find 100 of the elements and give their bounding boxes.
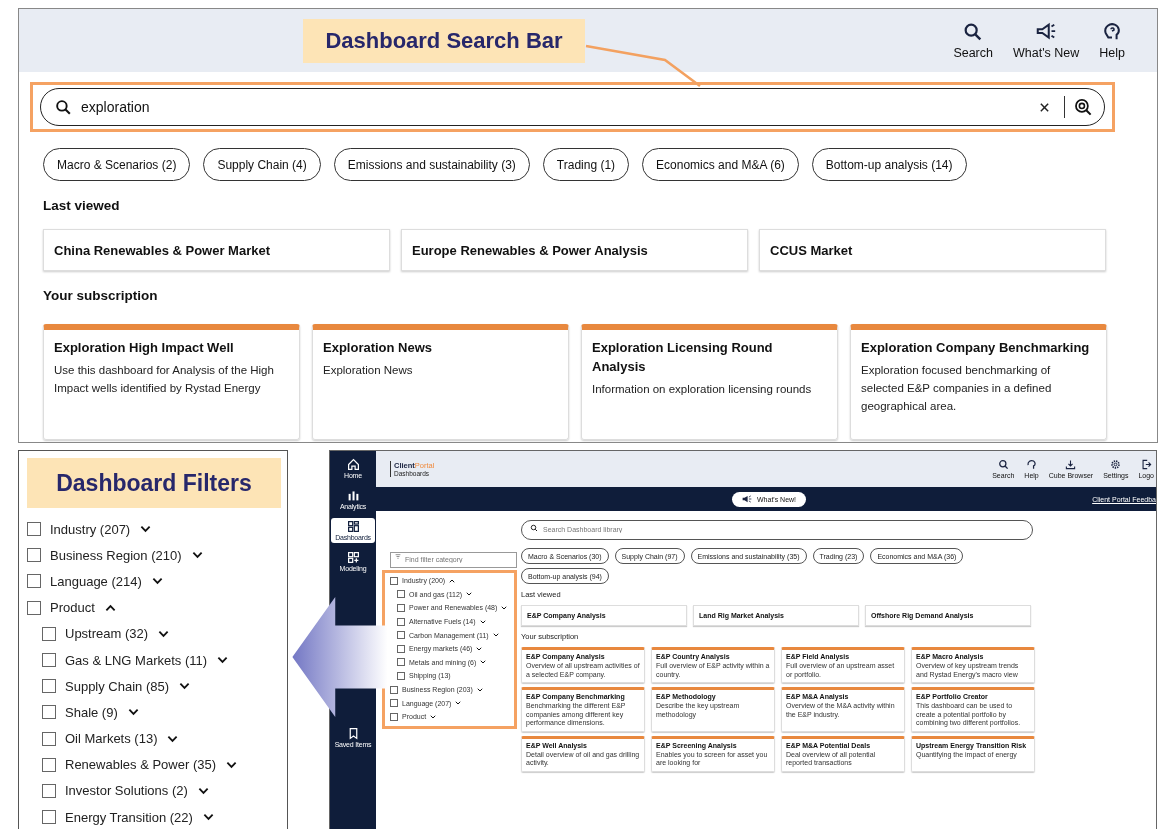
- filter-icon: [395, 554, 401, 559]
- checkbox[interactable]: [27, 548, 41, 563]
- logout-icon: [1140, 459, 1152, 470]
- chevron-down-icon[interactable]: [217, 656, 229, 665]
- checkbox[interactable]: [42, 783, 56, 798]
- download-icon: [1065, 459, 1077, 470]
- section-heading: Last viewed: [43, 198, 121, 213]
- chevron-down-icon[interactable]: [492, 633, 499, 638]
- grid-plus-icon: [346, 551, 360, 564]
- chevron-down-icon[interactable]: [501, 606, 508, 610]
- filter-label[interactable]: Business Region (210): [50, 547, 182, 563]
- recent-dashboard-card[interactable]: CCUS Market: [759, 229, 1106, 271]
- chevron-down-icon[interactable]: [430, 714, 437, 719]
- filter-label[interactable]: Upstream (32): [65, 626, 149, 642]
- checkbox[interactable]: [42, 679, 56, 694]
- grid-icon: [346, 520, 360, 533]
- settings-icon: [1110, 459, 1122, 470]
- chevron-down-icon[interactable]: [476, 646, 483, 651]
- filter-label[interactable]: Energy Transition (22): [65, 809, 193, 825]
- filter-label[interactable]: Renewables & Power (35): [65, 757, 217, 773]
- chevron-down-icon[interactable]: [151, 577, 163, 586]
- checkbox[interactable]: [27, 600, 41, 615]
- checkbox[interactable]: [397, 671, 405, 680]
- clear-icon[interactable]: [1039, 102, 1050, 113]
- megaphone-icon: [742, 495, 752, 503]
- checkbox[interactable]: [42, 653, 56, 668]
- category-chip[interactable]: Trading (1): [542, 148, 630, 181]
- category-chip[interactable]: Emissions and sustainability (3): [333, 148, 530, 181]
- card-description: Exploration News: [323, 363, 414, 378]
- chevron-down-icon[interactable]: [455, 701, 462, 706]
- checkbox[interactable]: [42, 810, 56, 825]
- checkbox[interactable]: [390, 712, 398, 721]
- chevron-down-icon[interactable]: [476, 687, 483, 692]
- filter-label[interactable]: Language (214): [50, 573, 142, 589]
- annotation-label: Dashboard Search Bar: [303, 19, 585, 63]
- chevron-up-icon[interactable]: [449, 578, 456, 583]
- chevron-down-icon[interactable]: [479, 619, 486, 624]
- checkbox[interactable]: [27, 522, 41, 537]
- category-chip[interactable]: Bottom-up analysis (14): [811, 148, 967, 181]
- recent-dashboard-card[interactable]: Europe Renewables & Power Analysis: [401, 229, 748, 271]
- checkbox[interactable]: [42, 626, 56, 641]
- section-heading: Your subscription: [43, 288, 159, 303]
- category-chip[interactable]: Economics and M&A (6): [642, 148, 799, 181]
- header-action-button[interactable]: Help: [1093, 21, 1131, 60]
- chevron-down-icon[interactable]: [158, 629, 170, 638]
- magnifier-target-icon[interactable]: [1074, 98, 1093, 117]
- filter-label[interactable]: Supply Chain (85): [65, 678, 170, 694]
- checkbox[interactable]: [42, 731, 56, 746]
- checkbox[interactable]: [27, 574, 41, 589]
- chevron-down-icon[interactable]: [202, 813, 214, 822]
- header-action-button[interactable]: What's New: [1007, 21, 1086, 60]
- checkbox[interactable]: [397, 617, 405, 626]
- chevron-down-icon[interactable]: [179, 682, 191, 691]
- header-action-button[interactable]: Search: [947, 21, 999, 60]
- checkbox[interactable]: [397, 590, 405, 599]
- chevron-down-icon[interactable]: [226, 760, 238, 769]
- recent-dashboard-card[interactable]: China Renewables & Power Market: [43, 229, 390, 271]
- dashboard-card[interactable]: Exploration News Exploration News: [312, 324, 569, 440]
- search-icon: [54, 98, 73, 117]
- checkbox[interactable]: [397, 604, 405, 612]
- search-icon: [997, 459, 1009, 470]
- checkbox[interactable]: [390, 699, 398, 708]
- card-description: Information on exploration licensing rounds: [592, 382, 813, 397]
- card-description: Use this dashboard for Analysis of the High Impact wells identified by Rystad Energy: [54, 363, 275, 396]
- dashboard-card[interactable]: Exploration Licensing Round Analysis Information on exploration licensing rounds: [581, 324, 838, 440]
- checkbox[interactable]: [397, 631, 405, 640]
- filter-label[interactable]: Gas & LNG Markets (11): [65, 652, 208, 668]
- category-chip[interactable]: Macro & Scenarios (2): [43, 148, 191, 181]
- dashboard-card[interactable]: Exploration High Impact Well Use this dashboard for Analysis of the High Impact wells identified by Rystad Energy: [43, 324, 300, 440]
- chevron-down-icon[interactable]: [480, 660, 487, 665]
- filter-label[interactable]: Industry (207): [50, 521, 131, 537]
- checkbox[interactable]: [397, 658, 405, 667]
- filter-label[interactable]: Product: [50, 600, 95, 616]
- chevron-up-icon[interactable]: [104, 603, 116, 612]
- checkbox[interactable]: [42, 705, 56, 720]
- home-icon: [346, 458, 360, 471]
- dashboard-card[interactable]: Exploration Company Benchmarking Exploration focused benchmarking of selected E&P companies in a defined geographical area.: [850, 324, 1107, 440]
- checkbox[interactable]: [397, 644, 405, 653]
- chevron-down-icon[interactable]: [140, 525, 152, 534]
- chevron-down-icon[interactable]: [191, 551, 203, 560]
- checkbox[interactable]: [42, 757, 56, 772]
- card-title: Exploration Licensing Round Analysis: [592, 339, 774, 376]
- chevron-down-icon[interactable]: [167, 734, 179, 743]
- annotation-label: Dashboard Filters: [27, 458, 281, 508]
- checkbox[interactable]: [390, 576, 398, 585]
- card-title: Exploration High Impact Well: [54, 339, 235, 357]
- category-chip[interactable]: Supply Chain (4): [203, 148, 321, 181]
- card-title: Exploration Company Benchmarking: [861, 339, 1091, 357]
- chevron-down-icon[interactable]: [466, 592, 473, 597]
- chevron-down-icon[interactable]: [197, 786, 209, 795]
- search-field[interactable]: exploration: [40, 88, 1105, 126]
- filter-label[interactable]: Oil Markets (13): [65, 731, 158, 747]
- filter-label[interactable]: Investor Solutions (2): [65, 783, 188, 799]
- filter-label[interactable]: Shale (9): [65, 704, 118, 720]
- bars-icon: [346, 489, 360, 502]
- search-icon: [530, 524, 538, 532]
- card-description: Exploration focused benchmarking of selected E&P companies in a defined geographical area.: [861, 363, 1053, 414]
- card-title: Exploration News: [323, 339, 434, 357]
- chevron-down-icon[interactable]: [127, 708, 139, 717]
- checkbox[interactable]: [390, 685, 398, 694]
